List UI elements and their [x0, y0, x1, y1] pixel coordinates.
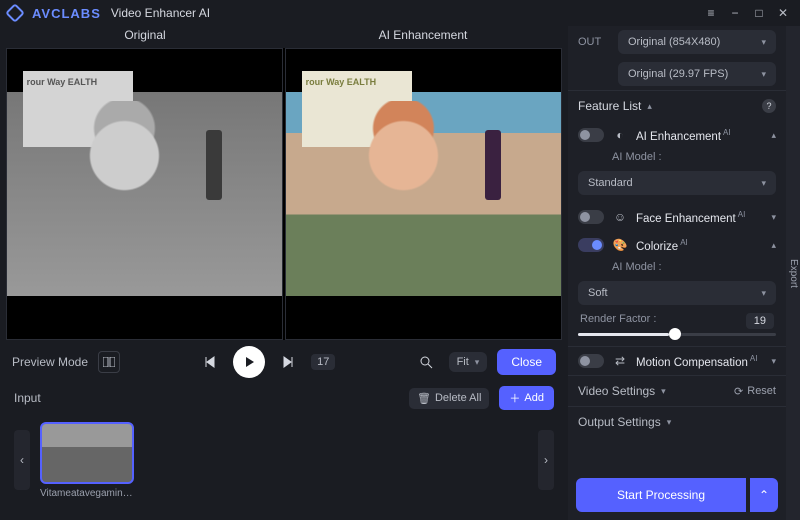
expand-icon[interactable]: ▾	[771, 212, 776, 223]
next-frame-button[interactable]	[275, 349, 301, 375]
resolution-select[interactable]: Original (854X480)▾	[618, 30, 776, 54]
feature-motion-compensation: ⇄ Motion CompensationAI ▾	[568, 346, 786, 375]
chevron-up-icon: ▴	[647, 101, 652, 112]
slider-thumb[interactable]	[669, 328, 681, 340]
preview-layout-button[interactable]	[98, 351, 120, 373]
collapse-icon[interactable]: ▴	[771, 240, 776, 251]
play-icon	[243, 356, 255, 368]
toggle-face-enhancement[interactable]	[578, 210, 604, 224]
toggle-ai-enhancement[interactable]	[578, 128, 604, 142]
chevron-down-icon: ▾	[475, 357, 480, 368]
input-label: Input	[14, 391, 41, 405]
chevron-up-icon: ⌃	[759, 488, 769, 502]
fps-select[interactable]: Original (29.97 FPS)▾	[618, 62, 776, 86]
add-clip-button[interactable]: ＋ Add	[499, 386, 554, 410]
palette-icon: 🎨	[612, 237, 628, 253]
reset-button[interactable]: ⟳Reset	[734, 385, 776, 398]
zoom-button[interactable]	[413, 349, 439, 375]
motion-icon: ⇄	[612, 353, 628, 369]
plus-icon: ＋	[509, 390, 520, 406]
out-label: OUT	[578, 36, 610, 48]
clip-filename: Vitameatavegamin.mp4	[40, 488, 134, 499]
refresh-icon: ⟳	[734, 385, 743, 398]
preview-header: Original AI Enhancement	[6, 26, 562, 48]
tray-next-button[interactable]: ›	[538, 430, 554, 490]
frame-number[interactable]: 17	[311, 354, 335, 370]
zoom-fit-select[interactable]: Fit ▾	[449, 352, 488, 372]
chevron-down-icon: ▾	[761, 288, 766, 299]
delete-all-button[interactable]: 🗑 Delete All	[409, 388, 489, 409]
toggle-motion-compensation[interactable]	[578, 354, 604, 368]
ai-model-select[interactable]: Standard▾	[578, 171, 776, 195]
enhanced-label: AI Enhancement	[284, 26, 562, 48]
columns-icon	[103, 357, 115, 367]
prev-frame-button[interactable]	[197, 349, 223, 375]
original-label: Original	[6, 26, 284, 48]
preview-enhanced: rour Way EALTH	[285, 48, 562, 340]
start-processing-button[interactable]: Start Processing	[576, 478, 746, 512]
magnifier-icon	[419, 355, 433, 369]
video-settings-row[interactable]: Video Settings▾ ⟳Reset	[568, 375, 786, 406]
output-settings-row[interactable]: Output Settings▾	[568, 406, 786, 437]
preview-original: rour Way EALTH	[6, 48, 283, 340]
close-icon[interactable]: ✕	[774, 4, 792, 22]
play-button[interactable]	[233, 346, 265, 378]
clip-thumbnail[interactable]: Vitameatavegamin.mp4	[40, 422, 134, 499]
start-more-button[interactable]: ⌃	[750, 478, 778, 512]
help-icon[interactable]: ?	[762, 99, 776, 113]
face-icon: ☺	[612, 209, 628, 225]
sign-text: rour Way EALTH	[23, 71, 134, 147]
fit-label: Fit	[457, 356, 469, 368]
chevron-down-icon: ▾	[761, 178, 766, 189]
render-factor-value[interactable]: 19	[746, 313, 774, 329]
preview-mode-label: Preview Mode	[12, 355, 88, 369]
minimize-icon[interactable]: −	[726, 4, 744, 22]
export-tab[interactable]: Export	[786, 26, 800, 520]
titlebar: AVCLABS Video Enhancer AI ≡ − □ ✕	[0, 0, 800, 26]
app-title: Video Enhancer AI	[111, 6, 210, 20]
thumbnail-image	[40, 422, 134, 484]
chevron-down-icon: ▾	[761, 69, 766, 80]
chevron-down-icon: ▾	[667, 417, 672, 428]
feature-list-header[interactable]: Feature List ▴ ?	[568, 90, 786, 121]
feature-colorize: 🎨 ColorizeAI ▴	[568, 231, 786, 259]
toggle-colorize[interactable]	[578, 238, 604, 252]
trash-icon: 🗑	[417, 392, 431, 405]
preview-compare: rour Way EALTH rour Way EALTH	[6, 48, 562, 340]
colorize-model-label: AI Model :	[568, 259, 786, 281]
render-factor-label: Render Factor :	[580, 313, 656, 329]
ai-model-label: AI Model :	[568, 149, 786, 171]
skip-back-icon	[204, 356, 216, 368]
feature-ai-enhancement: ◐ AI EnhancementAI ▴	[568, 121, 786, 149]
maximize-icon[interactable]: □	[750, 4, 768, 22]
render-factor-slider[interactable]	[578, 333, 776, 336]
tray-prev-button[interactable]: ‹	[14, 430, 30, 490]
colorize-model-select[interactable]: Soft▾	[578, 281, 776, 305]
collapse-icon[interactable]: ▴	[771, 130, 776, 141]
skip-forward-icon	[282, 356, 294, 368]
brand-icon	[5, 3, 25, 23]
brand-name: AVCLABS	[32, 6, 101, 21]
sign-text-color: rour Way EALTH	[302, 71, 413, 147]
contrast-icon: ◐	[612, 127, 628, 143]
chevron-down-icon: ▾	[761, 37, 766, 48]
feature-face-enhancement: ☺ Face EnhancementAI ▾	[568, 203, 786, 231]
menu-icon[interactable]: ≡	[702, 4, 720, 22]
chevron-down-icon: ▾	[661, 386, 666, 397]
close-preview-button[interactable]: Close	[497, 349, 556, 375]
expand-icon[interactable]: ▾	[771, 356, 776, 367]
